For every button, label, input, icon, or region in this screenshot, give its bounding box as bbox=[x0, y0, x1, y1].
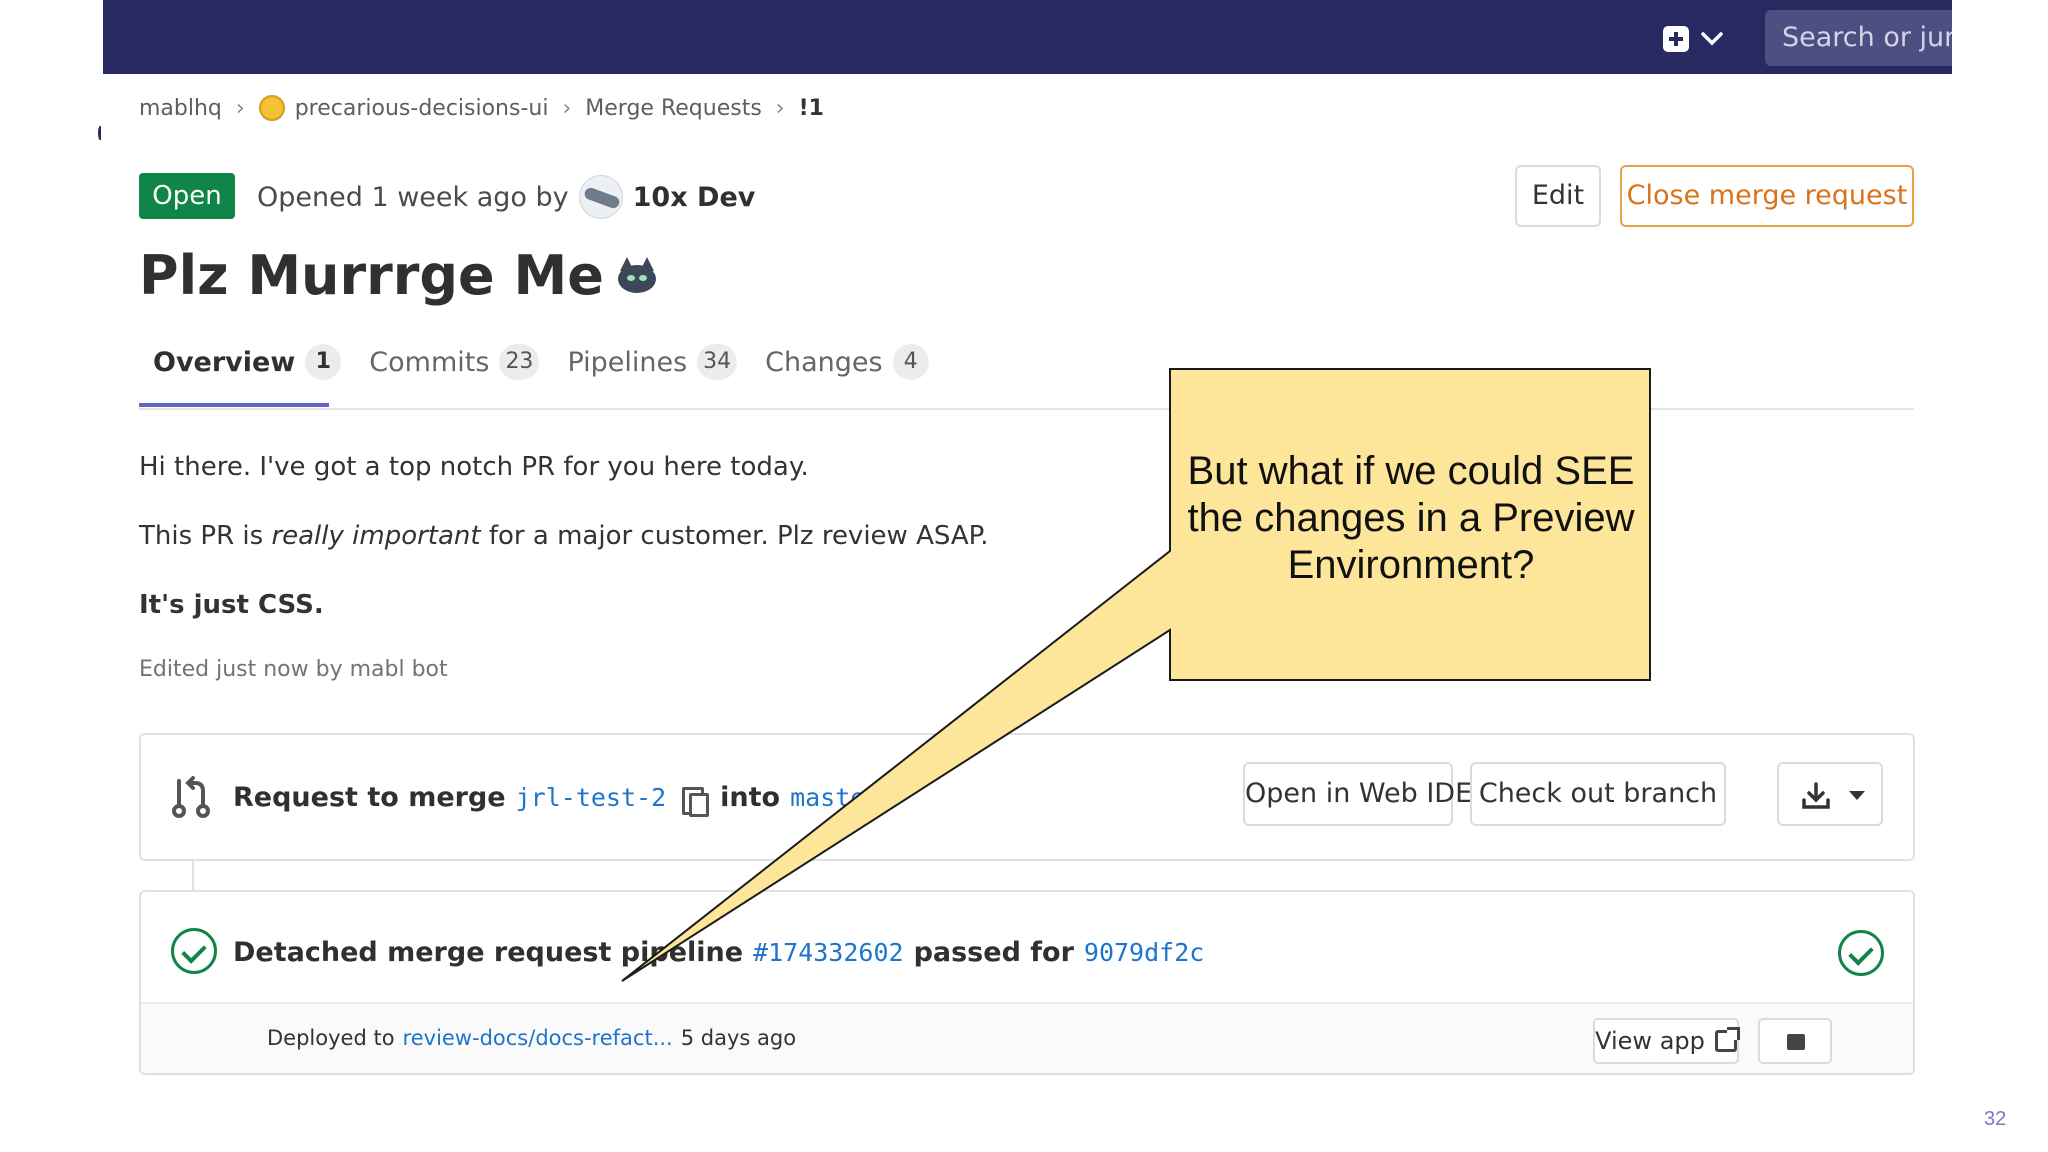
tab-label: Overview bbox=[153, 346, 296, 378]
description-line: Hi there. I've got a top notch PR for yo… bbox=[139, 452, 809, 482]
chevron-down-icon bbox=[1849, 791, 1865, 800]
opened-info: Opened 1 week ago by 10x Dev bbox=[257, 175, 756, 219]
tab-count-badge: 23 bbox=[499, 344, 540, 380]
author-name[interactable]: 10x Dev bbox=[633, 182, 756, 213]
deployed-to-text: Deployed to bbox=[267, 1026, 395, 1050]
breadcrumb-project-label: precarious-decisions-ui bbox=[294, 95, 549, 121]
slide-number: 32 bbox=[1984, 1108, 2007, 1130]
merge-request-icon bbox=[172, 776, 210, 818]
deployment-row: Deployed to review-docs/docs-refact... 5… bbox=[141, 1002, 1913, 1073]
deployed-time: 5 days ago bbox=[680, 1026, 797, 1050]
edited-note: Edited just now by mabl bot bbox=[139, 657, 448, 682]
copy-icon[interactable] bbox=[682, 783, 710, 817]
breadcrumb: mablhq › precarious-decisions-ui › Merge… bbox=[139, 92, 824, 124]
deployment-info: Deployed to review-docs/docs-refact... 5… bbox=[267, 1026, 796, 1050]
external-link-icon bbox=[1714, 1027, 1740, 1052]
tab-overview[interactable]: Overview 1 bbox=[139, 336, 355, 388]
emphasis-text: really important bbox=[271, 521, 481, 551]
breadcrumb-separator-icon: › bbox=[562, 95, 572, 121]
edit-button[interactable]: Edit bbox=[1515, 165, 1601, 227]
breadcrumb-group[interactable]: mablhq bbox=[139, 96, 222, 121]
breadcrumb-project[interactable]: precarious-decisions-ui bbox=[258, 95, 549, 121]
breadcrumb-current[interactable]: !1 bbox=[799, 96, 824, 121]
request-to-merge-text: Request to merge bbox=[233, 781, 506, 813]
breadcrumb-separator-icon: › bbox=[235, 95, 245, 121]
pipeline-id-link[interactable]: #174332602 bbox=[753, 938, 904, 967]
tab-changes[interactable]: Changes 4 bbox=[751, 336, 942, 388]
source-branch-link[interactable]: jrl-test-2 bbox=[516, 783, 667, 812]
page-title: Plz Murrrge Me bbox=[139, 238, 656, 312]
download-icon bbox=[1802, 782, 1830, 809]
mr-tabs: Overview 1 Commits 23 Pipelines 34 Chang… bbox=[139, 336, 943, 388]
tab-label: Changes bbox=[765, 346, 883, 378]
project-avatar-icon bbox=[258, 95, 285, 121]
page-title-text: Plz Murrrge Me bbox=[139, 243, 604, 307]
tab-pipelines[interactable]: Pipelines 34 bbox=[553, 336, 751, 388]
view-app-button[interactable]: View app bbox=[1593, 1018, 1740, 1064]
cat-emoji-icon bbox=[617, 257, 656, 293]
chevron-down-icon bbox=[1701, 32, 1723, 46]
top-navbar: Search or jump to… bbox=[103, 0, 1952, 74]
view-app-label: View app bbox=[1595, 1027, 1705, 1055]
breadcrumb-section[interactable]: Merge Requests bbox=[585, 96, 762, 121]
stop-environment-button[interactable] bbox=[1758, 1018, 1832, 1064]
tab-count-badge: 34 bbox=[697, 344, 738, 380]
download-dropdown-button[interactable] bbox=[1777, 762, 1883, 826]
pipeline-label: Detached merge request pipeline bbox=[233, 936, 744, 968]
description-line: This PR is really important for a major … bbox=[139, 521, 989, 551]
pipeline-widget: Detached merge request pipeline #1743326… bbox=[139, 890, 1915, 1075]
tab-commits[interactable]: Commits 23 bbox=[355, 336, 553, 388]
opened-text: Opened 1 week ago by bbox=[257, 181, 569, 213]
page-edge-mark bbox=[98, 126, 102, 140]
close-merge-request-button[interactable]: Close merge request bbox=[1620, 165, 1914, 227]
screenshot: Search or jump to… mablhq › precarious-d… bbox=[103, 0, 1952, 1152]
callout-text: But what if we could SEE the changes in … bbox=[1187, 449, 1635, 587]
check-circle-icon[interactable] bbox=[171, 928, 217, 974]
widget-connector bbox=[192, 861, 194, 891]
environment-link[interactable]: review-docs/docs-refact... bbox=[403, 1026, 673, 1050]
open-web-ide-button[interactable]: Open in Web IDE bbox=[1243, 762, 1472, 826]
tab-label: Commits bbox=[369, 346, 490, 378]
tab-count-badge: 1 bbox=[305, 344, 342, 380]
check-out-branch-button[interactable]: Check out branch bbox=[1470, 762, 1726, 826]
target-branch-link[interactable]: master bbox=[790, 783, 880, 812]
status-badge: Open bbox=[139, 173, 235, 219]
pipeline-status: Detached merge request pipeline #1743326… bbox=[233, 930, 1204, 974]
search-input[interactable]: Search or jump to… bbox=[1765, 10, 1952, 66]
plus-square-icon bbox=[1663, 26, 1689, 52]
breadcrumb-separator-icon: › bbox=[775, 95, 785, 121]
active-tab-indicator bbox=[139, 403, 329, 407]
commit-link[interactable]: 9079df2c bbox=[1084, 938, 1204, 967]
into-text: into bbox=[720, 781, 781, 813]
check-circle-icon[interactable] bbox=[1838, 930, 1884, 976]
tab-count-badge: 4 bbox=[892, 344, 929, 380]
tab-label: Pipelines bbox=[567, 346, 688, 378]
new-item-dropdown[interactable] bbox=[1663, 22, 1733, 56]
avatar[interactable] bbox=[578, 175, 623, 219]
passed-for-text: passed for bbox=[913, 936, 1074, 968]
tabs-divider bbox=[139, 408, 1914, 410]
merge-source-target: Request to merge jrl-test-2 into master bbox=[233, 775, 880, 819]
description-line-bold: It's just CSS. bbox=[139, 590, 324, 620]
